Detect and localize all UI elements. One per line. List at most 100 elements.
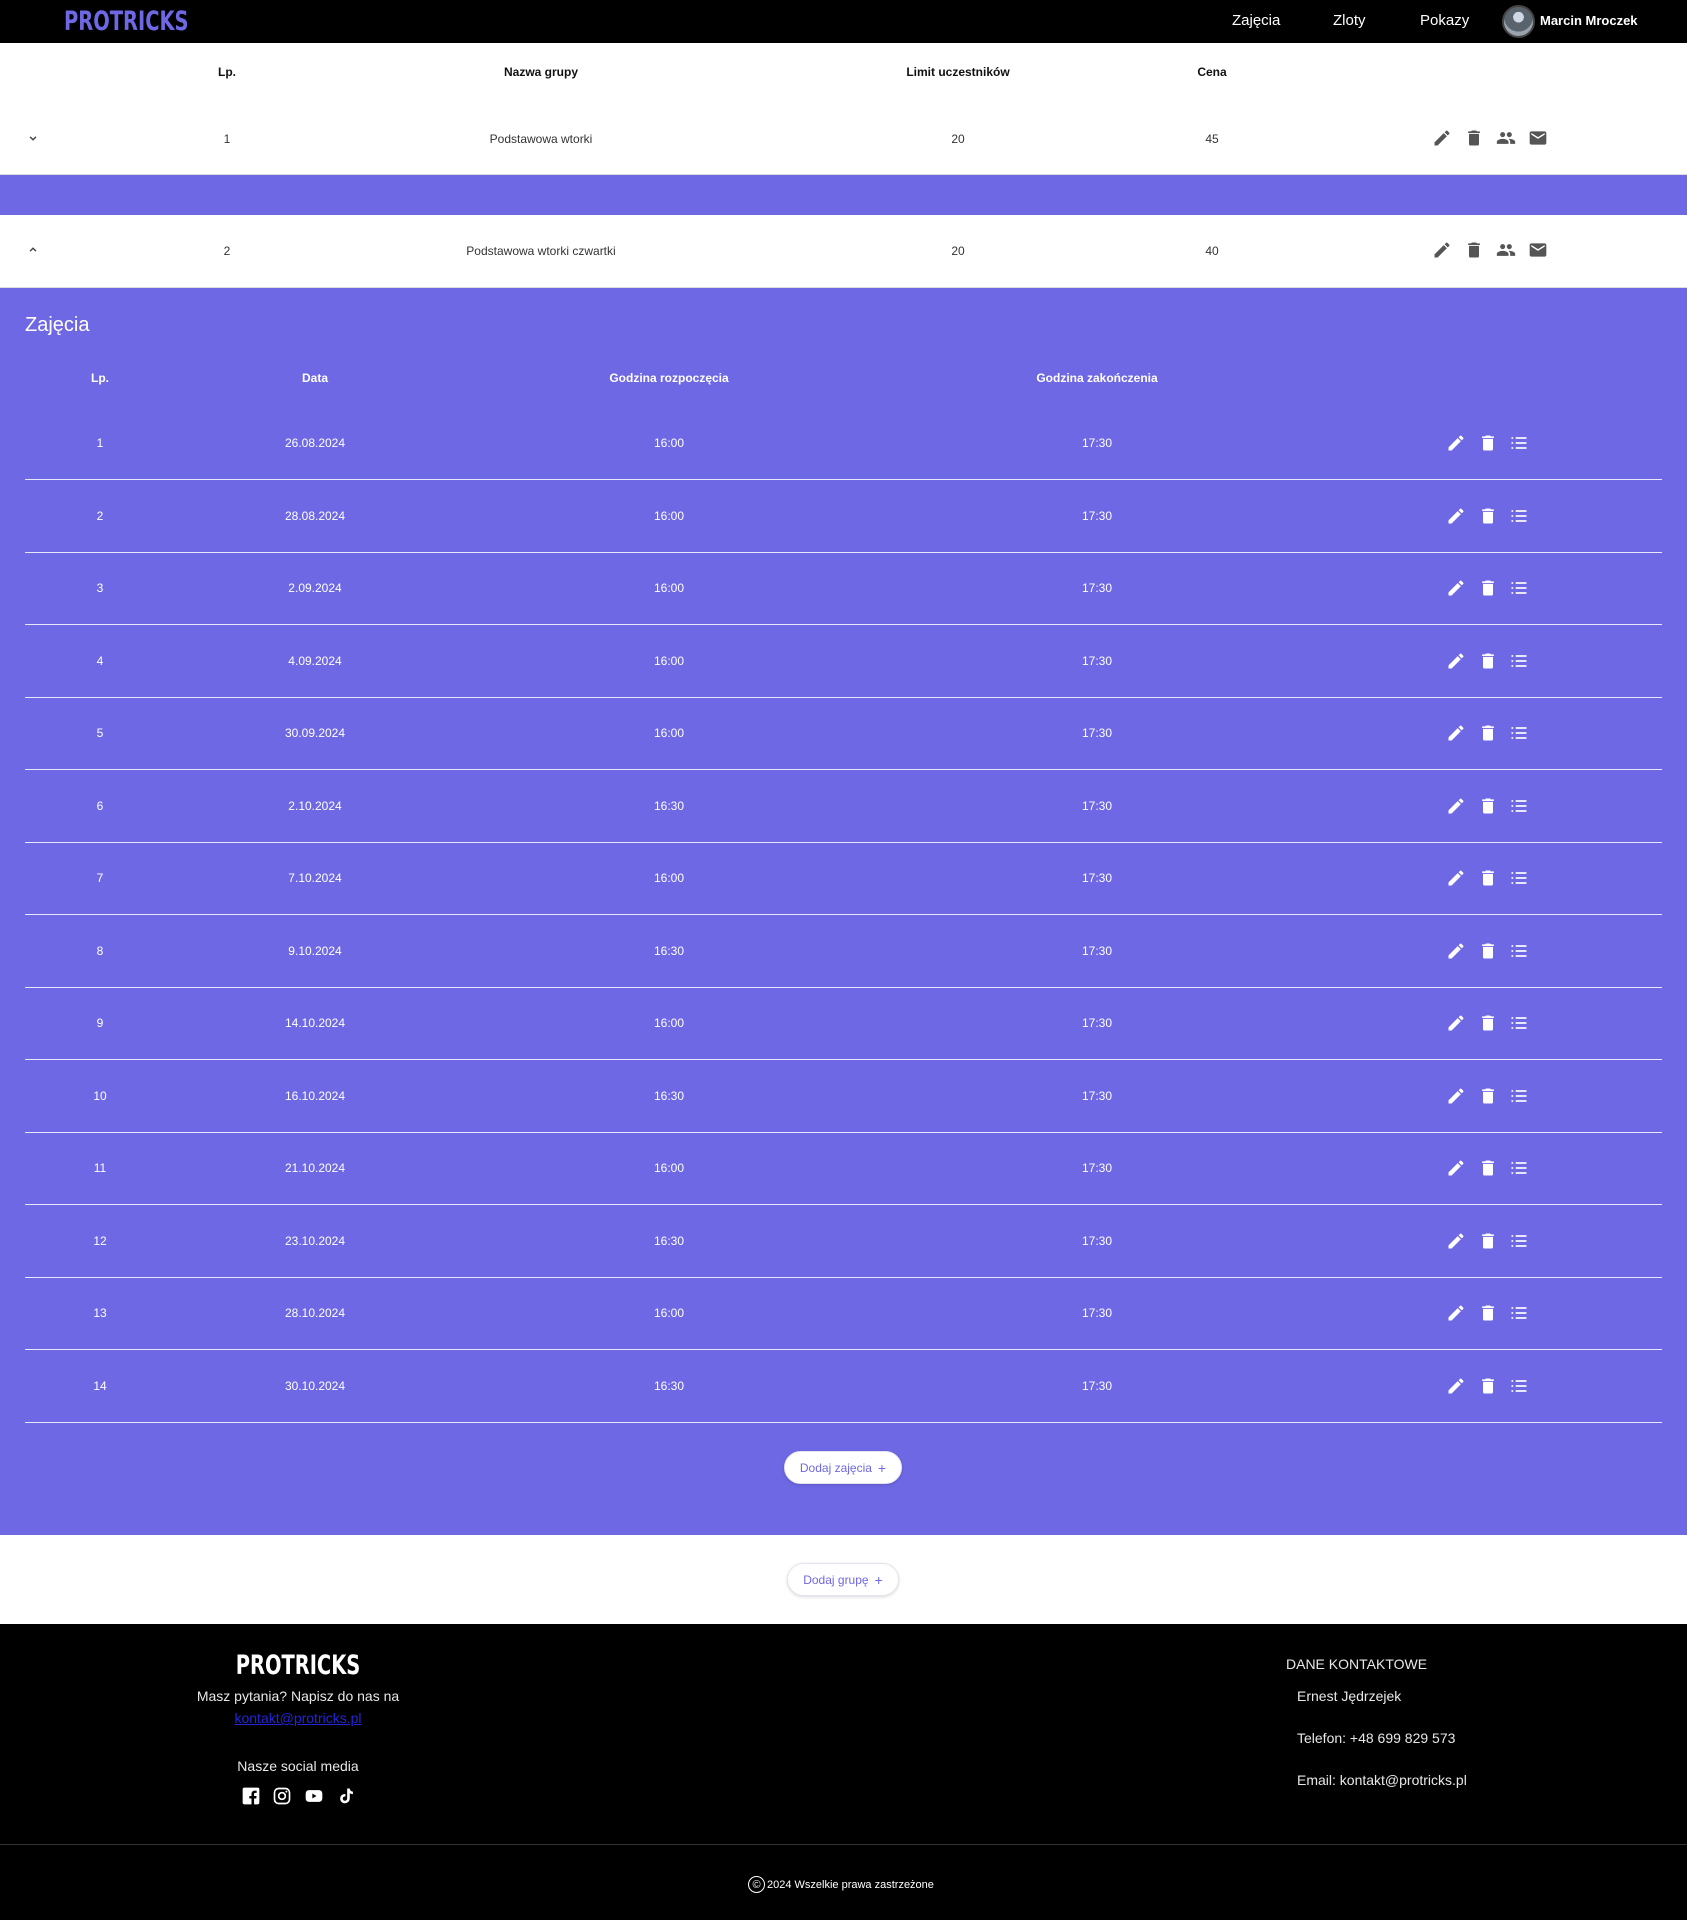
delete-icon[interactable] <box>1478 868 1498 888</box>
delete-icon[interactable] <box>1478 433 1498 453</box>
list-icon[interactable] <box>1509 506 1529 526</box>
session-row[interactable]: 4 4.09.2024 16:00 17:30 <box>25 626 1662 698</box>
delete-icon[interactable] <box>1478 1086 1498 1106</box>
session-lp: 1 <box>96 436 104 450</box>
session-row[interactable]: 13 28.10.2024 16:00 17:30 <box>25 1278 1662 1350</box>
nav-link-zajecia[interactable]: Zajęcia <box>1232 12 1280 29</box>
col-header-lp: Lp. <box>218 65 236 79</box>
footer-email-link[interactable]: kontakt@protricks.pl <box>234 1710 361 1726</box>
group-row[interactable]: 2 Podstawowa wtorki czwartki 20 40 <box>0 215 1687 288</box>
edit-icon[interactable] <box>1432 128 1452 148</box>
session-start: 16:00 <box>653 581 685 595</box>
list-icon[interactable] <box>1509 796 1529 816</box>
contact-name: Ernest Jędrzejek <box>1297 1688 1402 1704</box>
list-icon[interactable] <box>1509 1013 1529 1033</box>
edit-icon[interactable] <box>1446 651 1466 671</box>
edit-icon[interactable] <box>1446 1086 1466 1106</box>
user-avatar[interactable] <box>1502 5 1535 38</box>
list-icon[interactable] <box>1509 723 1529 743</box>
session-date: 30.10.2024 <box>284 1378 346 1393</box>
delete-icon[interactable] <box>1478 1013 1498 1033</box>
mail-icon[interactable] <box>1528 128 1548 148</box>
session-row[interactable]: 12 23.10.2024 16:30 17:30 <box>25 1206 1662 1278</box>
edit-icon[interactable] <box>1446 1303 1466 1323</box>
edit-icon[interactable] <box>1446 506 1466 526</box>
edit-icon[interactable] <box>1446 1013 1466 1033</box>
nav-link-pokazy[interactable]: Pokazy <box>1420 12 1469 29</box>
delete-icon[interactable] <box>1478 578 1498 598</box>
list-icon[interactable] <box>1509 1376 1529 1396</box>
session-row[interactable]: 9 14.10.2024 16:00 17:30 <box>25 988 1662 1060</box>
session-end: 17:30 <box>1081 1161 1113 1175</box>
session-date: 4.09.2024 <box>288 653 342 668</box>
edit-icon[interactable] <box>1446 941 1466 961</box>
edit-icon[interactable] <box>1446 433 1466 453</box>
groups-table-header: Lp. Nazwa grupy Limit uczestników Cena <box>0 43 1687 101</box>
expand-chevron-down-icon[interactable] <box>26 131 40 145</box>
edit-icon[interactable] <box>1446 796 1466 816</box>
mail-icon[interactable] <box>1528 240 1548 260</box>
session-end: 17:30 <box>1081 508 1113 523</box>
facebook-icon[interactable] <box>241 1786 261 1806</box>
list-icon[interactable] <box>1509 651 1529 671</box>
protricks-logo[interactable]: PROTRICKS <box>64 6 189 37</box>
add-session-button[interactable]: Dodaj zajęcia + <box>784 1451 902 1484</box>
list-icon[interactable] <box>1509 578 1529 598</box>
edit-icon[interactable] <box>1446 1158 1466 1178</box>
youtube-icon[interactable] <box>304 1786 324 1806</box>
delete-icon[interactable] <box>1478 1376 1498 1396</box>
people-icon[interactable] <box>1496 240 1516 260</box>
session-date: 14.10.2024 <box>284 1016 346 1030</box>
list-icon[interactable] <box>1509 868 1529 888</box>
add-group-button[interactable]: Dodaj grupę + <box>787 1563 899 1596</box>
session-row[interactable]: 6 2.10.2024 16:30 17:30 <box>25 771 1662 843</box>
delete-icon[interactable] <box>1464 240 1484 260</box>
session-lp: 13 <box>93 1306 107 1320</box>
instagram-icon[interactable] <box>272 1786 292 1806</box>
list-icon[interactable] <box>1509 1303 1529 1323</box>
copyright: © 2024 Wszelkie prawa zastrzeżone <box>748 1876 934 1893</box>
delete-icon[interactable] <box>1478 941 1498 961</box>
people-icon[interactable] <box>1496 128 1516 148</box>
list-icon[interactable] <box>1509 941 1529 961</box>
collapse-chevron-up-icon[interactable] <box>26 243 40 257</box>
session-row[interactable]: 2 28.08.2024 16:00 17:30 <box>25 481 1662 553</box>
session-row[interactable]: 5 30.09.2024 16:00 17:30 <box>25 698 1662 770</box>
edit-icon[interactable] <box>1446 578 1466 598</box>
list-icon[interactable] <box>1509 433 1529 453</box>
list-icon[interactable] <box>1509 1231 1529 1251</box>
edit-icon[interactable] <box>1446 1376 1466 1396</box>
edit-icon[interactable] <box>1446 868 1466 888</box>
session-row[interactable]: 8 9.10.2024 16:30 17:30 <box>25 916 1662 988</box>
session-date: 26.08.2024 <box>284 436 346 450</box>
list-icon[interactable] <box>1509 1158 1529 1178</box>
user-name[interactable]: Marcin Mroczek <box>1540 13 1638 28</box>
session-start: 16:30 <box>653 943 685 958</box>
edit-icon[interactable] <box>1446 1231 1466 1251</box>
delete-icon[interactable] <box>1478 506 1498 526</box>
session-end: 17:30 <box>1081 1233 1113 1248</box>
delete-icon[interactable] <box>1464 128 1484 148</box>
delete-icon[interactable] <box>1478 1158 1498 1178</box>
group-row[interactable]: 1 Podstawowa wtorki 20 45 <box>0 101 1687 175</box>
nav-link-zloty[interactable]: Zloty <box>1333 12 1366 29</box>
session-row[interactable]: 11 21.10.2024 16:00 17:30 <box>25 1133 1662 1205</box>
session-row[interactable]: 3 2.09.2024 16:00 17:30 <box>25 553 1662 625</box>
tiktok-icon[interactable] <box>336 1786 356 1806</box>
session-row[interactable]: 14 30.10.2024 16:30 17:30 <box>25 1351 1662 1423</box>
edit-icon[interactable] <box>1432 240 1452 260</box>
delete-icon[interactable] <box>1478 651 1498 671</box>
delete-icon[interactable] <box>1478 723 1498 743</box>
col-header-lp: Lp. <box>91 371 109 385</box>
session-start: 16:30 <box>653 798 685 813</box>
list-icon[interactable] <box>1509 1086 1529 1106</box>
delete-icon[interactable] <box>1478 1231 1498 1251</box>
group-lp: 2 <box>223 244 231 258</box>
delete-icon[interactable] <box>1478 1303 1498 1323</box>
session-row[interactable]: 7 7.10.2024 16:00 17:30 <box>25 843 1662 915</box>
session-row[interactable]: 1 26.08.2024 16:00 17:30 <box>25 408 1662 480</box>
edit-icon[interactable] <box>1446 723 1466 743</box>
session-lp: 8 <box>96 943 104 958</box>
session-row[interactable]: 10 16.10.2024 16:30 17:30 <box>25 1061 1662 1133</box>
delete-icon[interactable] <box>1478 796 1498 816</box>
